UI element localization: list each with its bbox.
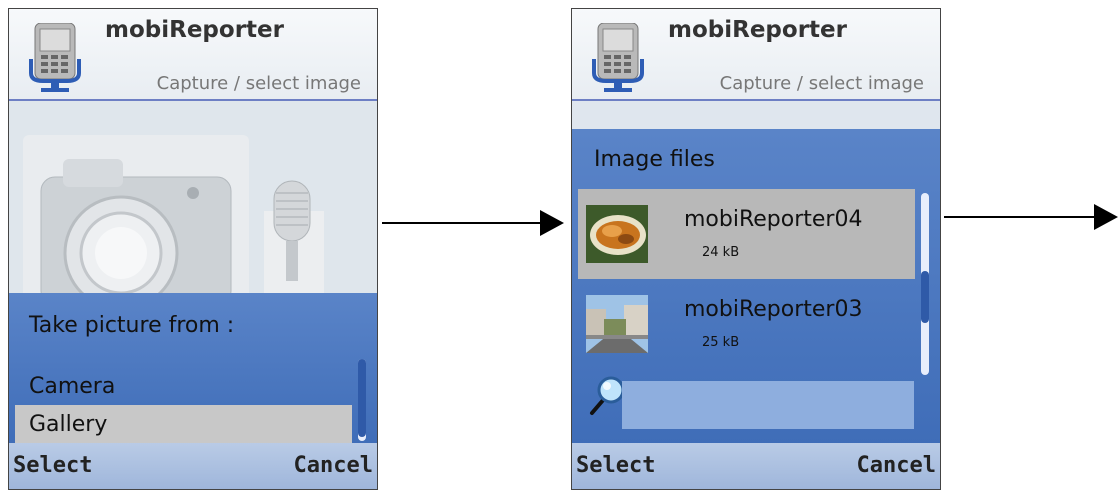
microphone-icon xyxy=(264,161,364,311)
panel-title: Image files xyxy=(594,147,715,172)
scrollbar[interactable] xyxy=(921,193,929,375)
flow-arrow xyxy=(382,210,564,236)
scrollbar-thumb[interactable] xyxy=(358,359,366,437)
file-name: mobiReporter04 xyxy=(684,207,863,232)
cancel-softkey[interactable]: Cancel xyxy=(857,453,936,478)
app-logo-icon xyxy=(592,23,644,92)
phone-screen-capture-source: mobiReporter Capture / select image Take… xyxy=(8,8,378,490)
cancel-softkey[interactable]: Cancel xyxy=(294,453,373,478)
take-picture-panel: Take picture from : Camera Gallery xyxy=(9,293,377,445)
panel-title: Take picture from : xyxy=(29,313,235,338)
phone-screen-image-files: mobiReporter Capture / select image Imag… xyxy=(571,8,941,490)
spacer xyxy=(572,101,940,129)
page-subtitle: Capture / select image xyxy=(719,73,924,94)
file-item-mobireporter04[interactable]: mobiReporter04 24 kB xyxy=(578,189,915,279)
app-title: mobiReporter xyxy=(105,17,284,43)
app-header: mobiReporter Capture / select image xyxy=(572,9,940,101)
camera-card xyxy=(23,135,249,311)
menu-item-camera[interactable]: Camera xyxy=(15,367,352,407)
street-photo-thumbnail xyxy=(586,295,648,353)
arrow-head-icon xyxy=(540,210,564,236)
search-icon xyxy=(590,376,625,415)
softkey-bar: Select Cancel xyxy=(572,443,940,489)
select-softkey[interactable]: Select xyxy=(13,453,92,478)
search-input[interactable] xyxy=(622,381,914,429)
scrollbar-thumb[interactable] xyxy=(921,271,929,323)
scrollbar[interactable] xyxy=(358,359,366,441)
arrow-head-icon xyxy=(1094,204,1118,230)
app-header: mobiReporter Capture / select image xyxy=(9,9,377,101)
app-title: mobiReporter xyxy=(668,17,847,43)
file-item-mobireporter03[interactable]: mobiReporter03 25 kB xyxy=(578,279,915,369)
camera-icon xyxy=(40,159,232,311)
file-size: 25 kB xyxy=(702,335,740,350)
page-subtitle: Capture / select image xyxy=(156,73,361,94)
background-illustration xyxy=(9,101,377,311)
file-size: 24 kB xyxy=(702,245,740,260)
menu-item-gallery[interactable]: Gallery xyxy=(15,405,352,445)
softkey-bar: Select Cancel xyxy=(9,443,377,489)
app-logo-icon xyxy=(29,23,81,92)
file-name: mobiReporter03 xyxy=(684,297,863,322)
food-photo-thumbnail xyxy=(586,205,648,263)
image-files-panel: Image files mobiReporter04 24 kB mobiRep… xyxy=(572,129,940,445)
select-softkey[interactable]: Select xyxy=(576,453,655,478)
flow-arrow xyxy=(944,204,1118,230)
